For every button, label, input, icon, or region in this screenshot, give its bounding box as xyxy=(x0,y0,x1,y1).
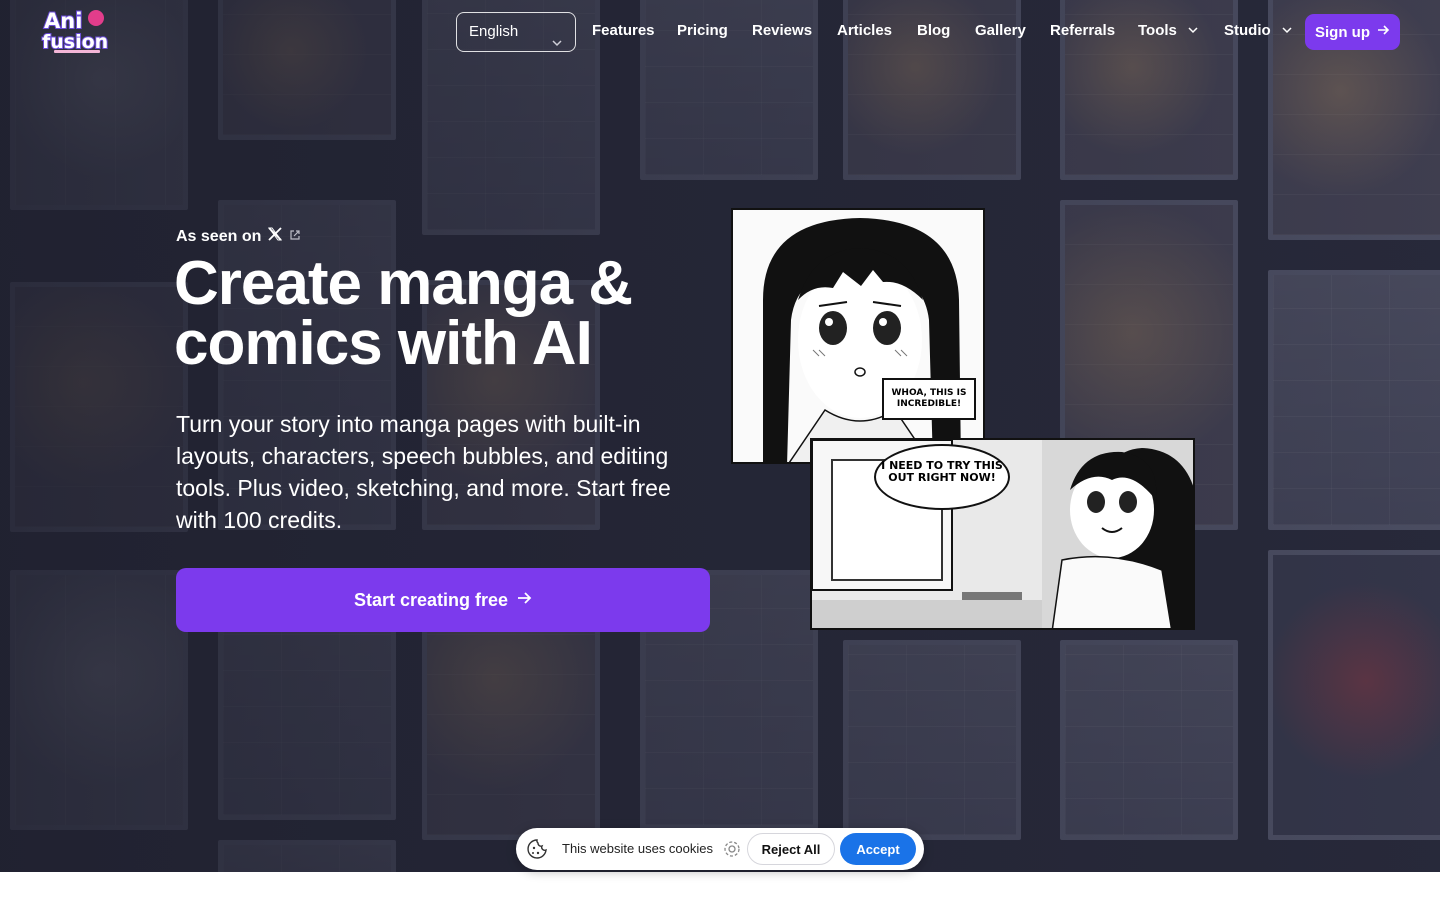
speech-box: WHOA, THIS IS INCREDIBLE! xyxy=(882,378,976,420)
nav-link-gallery[interactable]: Gallery xyxy=(975,22,1026,39)
language-value: English xyxy=(469,23,519,40)
hero-headline: Create manga & comics with AI xyxy=(174,249,734,378)
logo[interactable]: Ani fusion xyxy=(40,4,114,56)
as-seen-on[interactable]: As seen on xyxy=(176,226,301,247)
chevron-down-icon xyxy=(1281,23,1293,35)
x-logo-icon xyxy=(267,226,283,247)
nav-link-reviews[interactable]: Reviews xyxy=(752,22,812,39)
cookie-icon xyxy=(526,838,548,860)
arrow-right-icon xyxy=(1376,23,1390,41)
gear-icon[interactable] xyxy=(722,839,742,859)
nav-link-articles[interactable]: Articles xyxy=(837,22,892,39)
nav-dropdown-tools[interactable]: Tools xyxy=(1138,22,1199,39)
cta-label: Start creating free xyxy=(353,589,509,610)
reject-all-button[interactable]: Reject All xyxy=(747,833,835,865)
start-creating-button[interactable]: Start creating free xyxy=(176,568,710,632)
hero-subtext: Turn your story into manga pages with bu… xyxy=(176,411,671,533)
headline-line-2: comics with AI xyxy=(174,309,593,378)
arrow-right-icon xyxy=(516,590,532,611)
signup-button[interactable]: Sign up xyxy=(1305,14,1400,50)
nav-link-referrals[interactable]: Referrals xyxy=(1050,22,1115,39)
cookie-message: This website uses cookies xyxy=(562,841,714,856)
external-link-icon xyxy=(289,228,301,246)
tools-label: Tools xyxy=(1138,22,1177,39)
manga-panel-girl-surprised xyxy=(731,208,985,464)
as-seen-on-label: As seen on xyxy=(176,227,262,245)
studio-label: Studio xyxy=(1224,22,1271,39)
nav-link-blog[interactable]: Blog xyxy=(917,22,950,39)
top-navigation: Ani fusion English Features Pricing Revi… xyxy=(0,0,1440,64)
cookie-banner: This website uses cookies Reject All Acc… xyxy=(516,828,924,870)
chevron-down-icon xyxy=(1187,23,1199,35)
nav-dropdown-studio[interactable]: Studio xyxy=(1224,22,1293,39)
speech-bubble: I NEED TO TRY THIS OUT RIGHT NOW! xyxy=(874,444,1010,510)
svg-text:fusion: fusion xyxy=(42,31,108,53)
language-select[interactable]: English xyxy=(456,12,576,52)
signup-label: Sign up xyxy=(1315,23,1370,41)
nav-link-features[interactable]: Features xyxy=(592,22,655,39)
nav-link-pricing[interactable]: Pricing xyxy=(677,22,728,39)
svg-text:Ani: Ani xyxy=(44,9,82,33)
accept-button[interactable]: Accept xyxy=(840,833,916,865)
chevron-down-icon xyxy=(551,26,563,47)
hero-section: Ani fusion English Features Pricing Revi… xyxy=(0,0,1440,872)
headline-line-1: Create manga & xyxy=(174,249,633,318)
